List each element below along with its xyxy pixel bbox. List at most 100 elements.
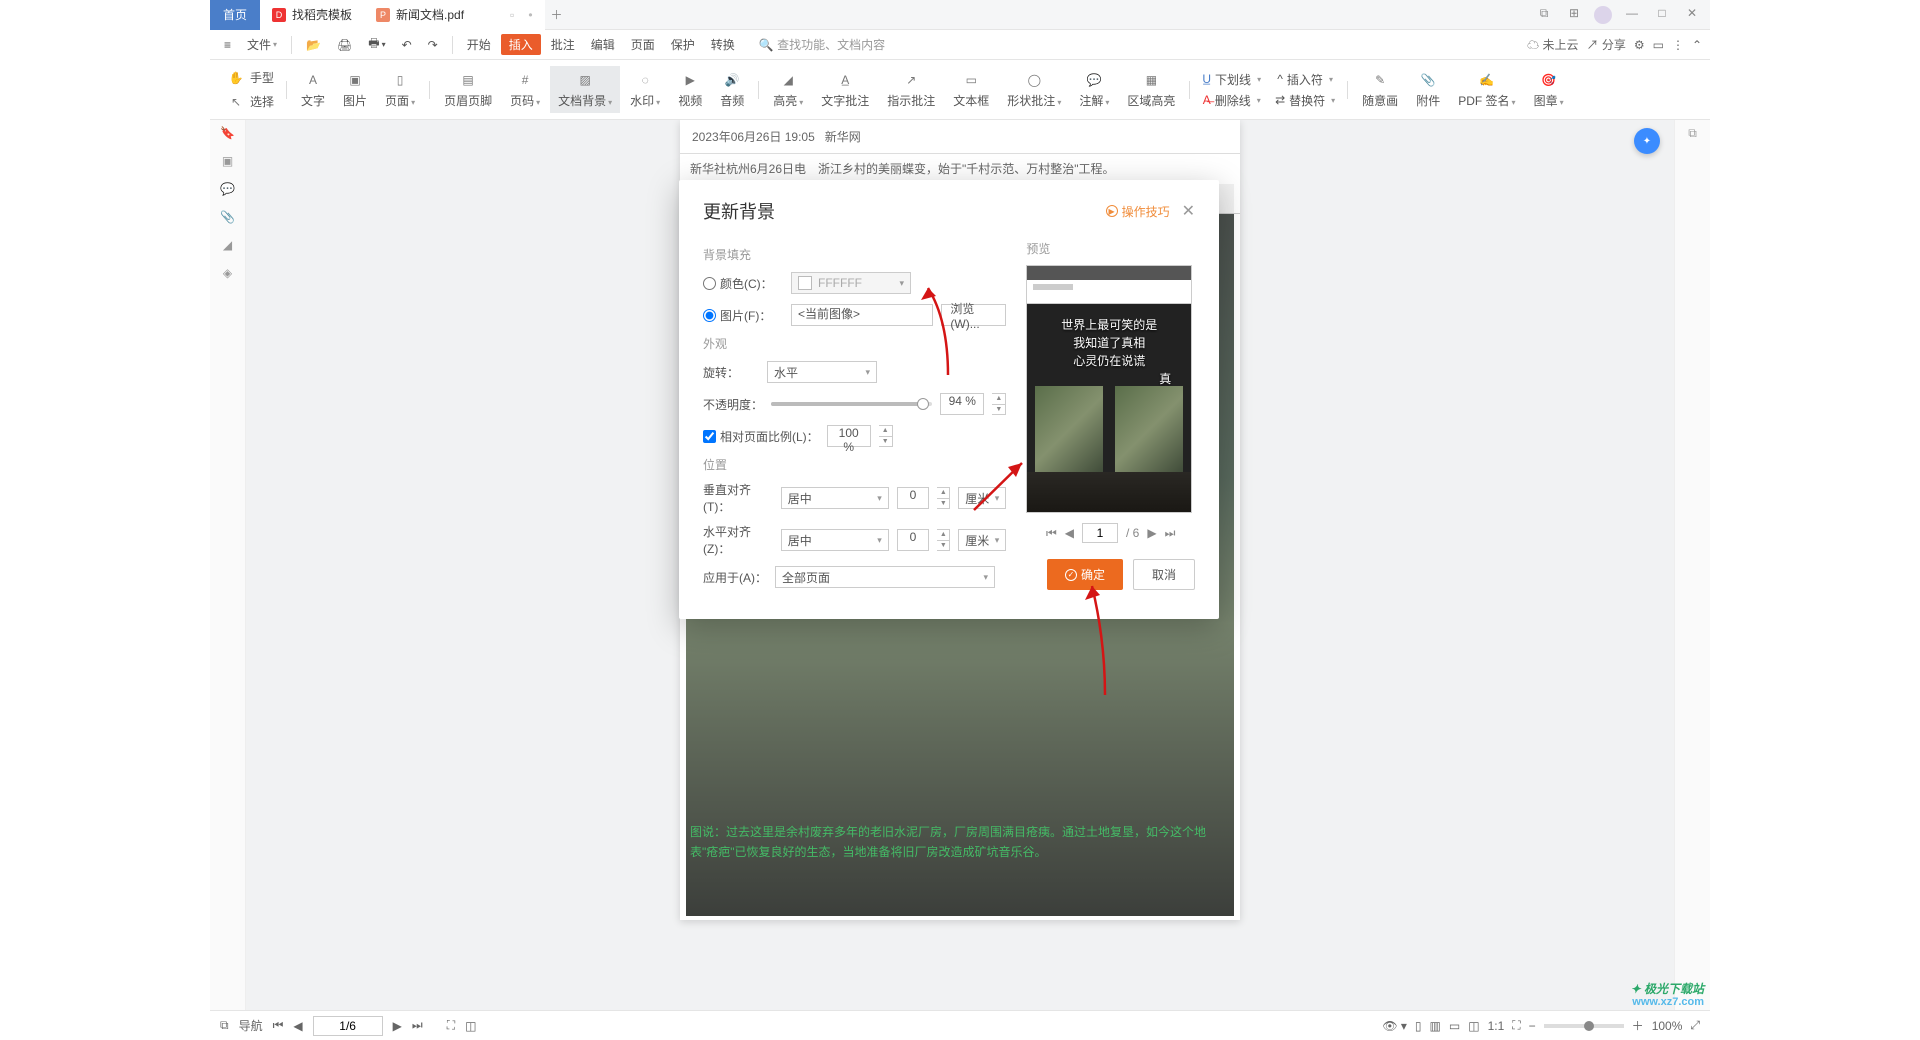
rb-highlight[interactable]: ◢高亮▾ (765, 66, 811, 113)
panel-toggle-icon[interactable]: ⧉ (1688, 126, 1697, 141)
voffset-spin[interactable]: ▲▼ (937, 487, 950, 509)
rb-text[interactable]: A文字 (293, 66, 333, 113)
tab-protect[interactable]: 保护 (665, 33, 701, 56)
vunit-combo[interactable]: 厘米▾ (958, 487, 1006, 509)
rb-attach[interactable]: 📎附件 (1408, 66, 1448, 113)
page-prev-icon[interactable]: ◀ (1065, 526, 1074, 540)
rb-audio[interactable]: 🔊音频 (712, 66, 752, 113)
sb-panel-icon[interactable]: ⧉ (220, 1018, 229, 1033)
layers-icon[interactable]: ◢ (223, 238, 232, 252)
layers2-icon[interactable]: ◈ (223, 266, 232, 280)
sb-zoom-value[interactable]: 100% (1652, 1019, 1683, 1033)
avatar-icon[interactable] (1594, 6, 1612, 24)
sb-view1-icon[interactable]: ▯ (1415, 1019, 1422, 1033)
save-icon[interactable]: 🖨 (331, 35, 358, 55)
rb-sign[interactable]: ✍PDF 签名▾ (1450, 66, 1523, 113)
rb-page[interactable]: ▯页面▾ (377, 66, 423, 113)
rb-watermark[interactable]: ◌水印▾ (622, 66, 668, 113)
rb-areahl[interactable]: ▦区域高亮 (1119, 66, 1183, 113)
rb-header[interactable]: ▤页眉页脚 (436, 66, 500, 113)
rb-shape[interactable]: ◯形状批注▾ (999, 66, 1069, 113)
attachments-icon[interactable]: 📎 (220, 210, 235, 224)
tab-page[interactable]: 页面 (625, 33, 661, 56)
tips-link[interactable]: ▶操作技巧 (1106, 203, 1170, 220)
sb-next-icon[interactable]: ▶ (393, 1019, 402, 1033)
ai-badge[interactable]: ✦ (1634, 128, 1660, 154)
sb-view3-icon[interactable]: ▭ (1449, 1019, 1460, 1033)
collapse-icon[interactable]: ⌃ (1692, 38, 1702, 52)
rb-textbox[interactable]: ▭文本框 (945, 66, 997, 113)
share-button[interactable]: ↗ 分享 (1586, 36, 1625, 53)
rotate-combo[interactable]: 水平▾ (767, 361, 877, 383)
rb-docbg[interactable]: ▨文档背景▾ (550, 66, 620, 113)
halign-combo[interactable]: 居中▾ (781, 529, 889, 551)
browse-button[interactable]: 浏览(W)... (941, 304, 1006, 326)
voffset[interactable]: 0 (897, 487, 930, 509)
rb-pointannot[interactable]: ↗指示批注 (879, 66, 943, 113)
hunit-combo[interactable]: 厘米▾ (958, 529, 1006, 551)
print-icon[interactable]: 🖶 ▾ (362, 31, 391, 58)
tab-start[interactable]: 开始 (461, 33, 497, 56)
sb-fitpage-icon[interactable]: ⛶ (1512, 1018, 1520, 1033)
apply-combo[interactable]: 全部页面▾ (775, 566, 995, 588)
sb-view2-icon[interactable]: ▥ (1430, 1019, 1441, 1033)
sb-eye-icon[interactable]: 👁 ▾ (1382, 1019, 1407, 1033)
rb-underline[interactable]: U̲ 下划线▾ (1196, 69, 1267, 90)
rb-replace[interactable]: ⇄ 替换符▾ (1269, 90, 1341, 111)
settings-icon[interactable]: ⚙ (1634, 38, 1645, 52)
rb-comment[interactable]: 💬注解▾ (1071, 66, 1117, 113)
ok-button[interactable]: ✓确定 (1047, 559, 1123, 590)
cloud-status[interactable]: ☁ 未上云 (1527, 36, 1578, 53)
rb-pagenum[interactable]: #页码▾ (502, 66, 548, 113)
tab-menu-icon[interactable]: ▫ (510, 8, 514, 22)
sb-view4-icon[interactable]: ◫ (1468, 1019, 1479, 1033)
feedback-icon[interactable]: ▭ (1653, 38, 1664, 52)
sb-first-icon[interactable]: ⏮ (273, 1018, 284, 1033)
opacity-slider[interactable] (771, 402, 932, 406)
dialog-close[interactable]: ✕ (1182, 201, 1195, 221)
sb-last-icon[interactable]: ⏭ (412, 1018, 423, 1033)
page-input[interactable] (1082, 523, 1118, 543)
bookmark-icon[interactable]: 🔖 (220, 126, 235, 140)
tab-document[interactable]: P 新闻文档.pdf ▫ • (364, 0, 545, 30)
page-next-icon[interactable]: ▶ (1147, 526, 1156, 540)
tab-add[interactable]: ＋ (545, 6, 569, 23)
sb-zoom-out[interactable]: − (1529, 1019, 1536, 1033)
sb-fit-icon[interactable]: ⛶ (447, 1018, 455, 1033)
close-icon[interactable]: ✕ (1682, 6, 1702, 24)
radio-image[interactable]: 图片(F)： (703, 307, 783, 324)
tab-convert[interactable]: 转换 (705, 33, 741, 56)
undo-icon[interactable]: ↶ (396, 35, 418, 55)
search-input[interactable]: 🔍 查找功能、文档内容 (759, 36, 885, 53)
page-last-icon[interactable]: ⏭ (1165, 526, 1176, 541)
sb-prev-icon[interactable]: ◀ (293, 1019, 302, 1033)
sb-page-input[interactable] (313, 1016, 383, 1036)
scale-value[interactable]: 100 % (827, 425, 871, 447)
thumbnail-icon[interactable]: ▣ (222, 154, 233, 168)
sb-expand-icon[interactable]: ⤢ (1690, 1018, 1700, 1033)
zoom-slider[interactable] (1544, 1024, 1624, 1028)
sb-nav[interactable]: 导航 (239, 1017, 263, 1034)
tab-insert[interactable]: 插入 (501, 34, 541, 55)
opacity-value[interactable]: 94 % (940, 393, 984, 415)
redo-icon[interactable]: ↷ (422, 35, 444, 55)
rb-video[interactable]: ▶视频 (670, 66, 710, 113)
hand-tool[interactable]: ✋手型 (220, 66, 280, 90)
valign-combo[interactable]: 居中▾ (781, 487, 889, 509)
opacity-spinner[interactable]: ▲▼ (992, 393, 1006, 415)
rb-insertmark[interactable]: ^ 插入符▾ (1269, 69, 1341, 90)
apps-icon[interactable]: ⊞ (1564, 6, 1584, 24)
more-icon[interactable]: ⋮ (1672, 38, 1684, 52)
select-tool[interactable]: ↖选择 (220, 90, 280, 114)
scale-spinner[interactable]: ▲▼ (879, 425, 893, 447)
page-first-icon[interactable]: ⏮ (1046, 526, 1057, 541)
file-menu[interactable]: 文件 ▾ (241, 33, 283, 56)
hoffset[interactable]: 0 (897, 529, 930, 551)
rb-strike[interactable]: A̶ 删除线▾ (1196, 90, 1267, 111)
maximize-icon[interactable]: □ (1652, 6, 1672, 24)
tab-templates[interactable]: D 找稻壳模板 (260, 0, 364, 30)
rb-textannot[interactable]: A̲文字批注 (813, 66, 877, 113)
hoffset-spin[interactable]: ▲▼ (937, 529, 950, 551)
image-path[interactable]: <当前图像> (791, 304, 933, 326)
rb-stamp[interactable]: 🎯图章▾ (1526, 66, 1572, 113)
